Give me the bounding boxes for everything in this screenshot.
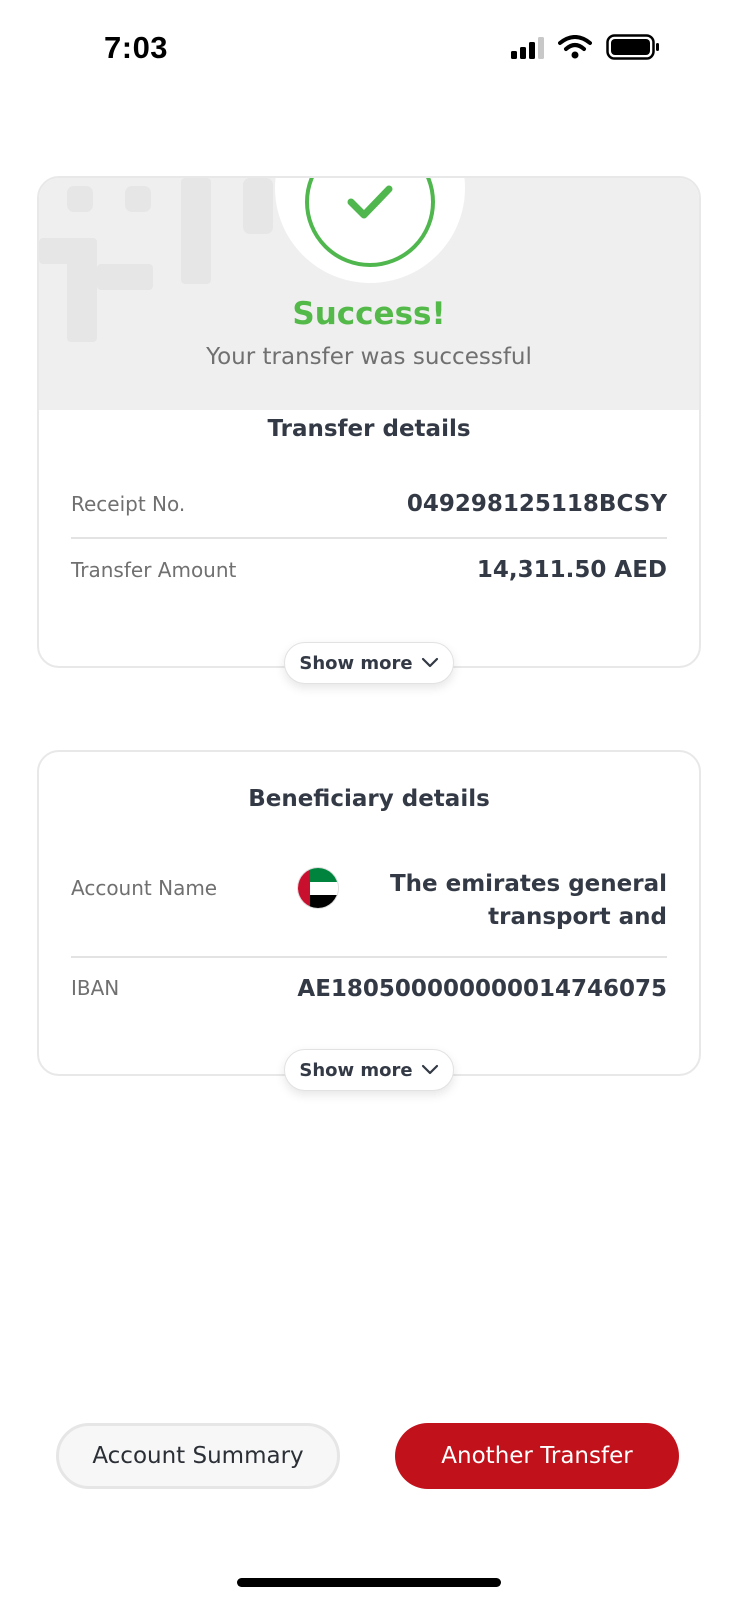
receipt-no-value: 049298125118BCSY	[406, 491, 667, 517]
show-more-label: Show more	[299, 652, 413, 674]
receipt-no-label: Receipt No.	[71, 492, 186, 516]
chevron-down-icon	[421, 1064, 438, 1075]
status-icons	[511, 34, 660, 60]
checkmark-icon	[347, 185, 393, 219]
iban-label: IBAN	[71, 976, 120, 1000]
chevron-down-icon	[421, 657, 438, 668]
transfer-show-more-button[interactable]: Show more	[284, 642, 454, 684]
iban-value: AE180500000000014746075	[297, 976, 667, 1002]
beneficiary-details-title: Beneficiary details	[248, 786, 490, 812]
battery-icon	[606, 34, 659, 60]
signal-icon	[511, 35, 544, 59]
home-indicator[interactable]	[237, 1578, 501, 1587]
receipt-edge	[39, 400, 699, 410]
success-title: Success!	[292, 296, 446, 332]
show-more-label: Show more	[299, 1059, 413, 1081]
divider	[71, 956, 667, 958]
account-name-value: The emirates general transport and	[389, 871, 667, 930]
wifi-icon	[558, 35, 592, 59]
status-time: 7:03	[104, 30, 169, 65]
receipt-header: Success! Your transfer was successful	[39, 178, 699, 410]
transfer-success-screen: 7:03 Success! Your transfer was successf…	[0, 0, 738, 1600]
divider	[71, 537, 667, 539]
account-name-label: Account Name	[71, 876, 218, 900]
another-transfer-button[interactable]: Another Transfer	[395, 1423, 679, 1489]
success-subtitle: Your transfer was successful	[206, 344, 532, 370]
beneficiary-card: Beneficiary details Account Name The emi…	[37, 750, 701, 1076]
beneficiary-show-more-button[interactable]: Show more	[284, 1049, 454, 1091]
transfer-amount-value: 14,311.50 AED	[476, 557, 667, 583]
transfer-amount-label: Transfer Amount	[71, 558, 237, 582]
transfer-details-title: Transfer details	[267, 416, 471, 442]
account-summary-button[interactable]: Account Summary	[56, 1423, 340, 1489]
uae-flag-icon	[298, 868, 338, 908]
transfer-receipt-card: Success! Your transfer was successful Tr…	[37, 176, 701, 668]
decorative-pattern	[39, 178, 273, 342]
